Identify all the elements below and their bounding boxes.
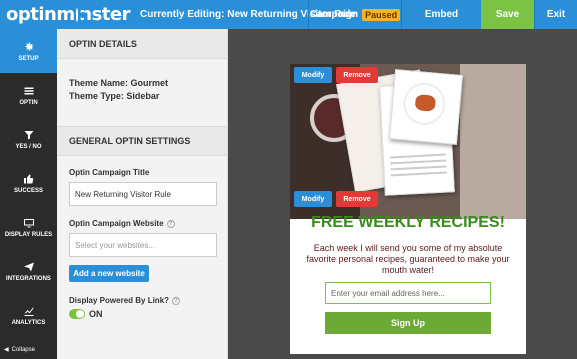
plate-graphic [401,81,448,127]
modify-image-button[interactable]: Modify [294,67,332,83]
text-line [389,153,446,159]
optin-preview: Modify Remove Modify Remove FREE WEEKLY … [290,64,526,354]
toggle-knob [76,310,84,318]
logo-text-start: optinm [6,4,75,25]
optin-preview-area: Modify Remove Modify Remove FREE WEEKLY … [228,29,577,359]
embed-button[interactable]: Embed [401,0,481,29]
email-input[interactable]: Enter your email address here... [325,282,491,304]
toggle-state-label: ON [89,309,103,319]
top-bar: optinm nster Currently Editing: New Retur… [0,0,577,29]
general-settings-header: GENERAL OPTIN SETTINGS [57,126,227,156]
optin-headline[interactable]: FREE WEEKLY RECIPES! [290,214,526,232]
campaign-button[interactable]: Campaign Paused [308,0,401,29]
modify-content-button[interactable]: Modify [294,191,332,207]
remove-image-button[interactable]: Remove [336,67,378,83]
nav-label-display-rules: DISPLAY RULES [4,231,53,238]
recipe-card-front [389,69,463,145]
nav-label-yes-no: YES / NO [15,143,42,150]
campaign-label: Campaign [309,9,359,20]
logo-text-end: nster [79,4,130,25]
logo-eye-icon [75,7,85,22]
theme-name: Theme Name: Gourmet [69,78,169,88]
campaign-title-label-text: Optin Campaign Title [69,168,150,177]
add-website-button[interactable]: Add a new website [69,265,149,282]
optinmonster-logo[interactable]: optinm nster [0,0,130,29]
nav-item-setup[interactable]: SETUP [0,29,57,73]
collapse-icon: ◀ [4,347,9,353]
help-icon[interactable]: ? [166,219,175,228]
website-select[interactable]: Select your websites... [69,233,217,257]
save-button[interactable]: Save [481,0,534,29]
filter-icon [24,130,33,139]
toggle-track [69,309,85,319]
settings-panel: OPTIN DETAILS Theme Name: Gourmet Theme … [57,29,228,359]
paused-badge: Paused [362,8,401,21]
theme-info: Theme Name: Gourmet Theme Type: Sidebar [57,59,227,126]
text-line [390,165,447,171]
thumbs-up-icon [23,174,33,184]
text-line [390,159,447,165]
nav-label-setup: SETUP [18,55,39,62]
campaign-website-label-text: Optin Campaign Website [69,219,164,228]
nav-label-integrations: INTEGRATIONS [6,275,51,282]
collapse-button[interactable]: ◀ Collapse [4,346,35,354]
powered-by-label: Display Powered By Link? ? [57,296,227,305]
text-line [390,171,447,177]
nav-item-yes-no[interactable]: YES / NO [0,117,57,161]
help-icon[interactable]: ? [172,296,181,305]
monitor-icon [23,218,34,227]
left-nav: SETUP OPTIN YES / NO SUCCESS DISPLAY RUL… [0,29,57,359]
nav-label-optin: OPTIN [19,99,38,106]
nav-item-success[interactable]: SUCCESS [0,161,57,205]
theme-type: Theme Type: Sidebar [69,91,160,101]
pasta-graphic [414,94,437,112]
powered-by-label-text: Display Powered By Link? [69,296,170,305]
menu-icon [24,87,33,94]
campaign-website-label: Optin Campaign Website ? [57,219,227,228]
nav-label-analytics: ANALYTICS [11,319,46,326]
optin-details-header: OPTIN DETAILS [57,29,227,59]
currently-editing-label: Currently Editing: New Returning Visitor… [140,9,356,20]
hero-light-region [460,64,526,219]
nav-label-success: SUCCESS [13,187,43,194]
nav-item-optin[interactable]: OPTIN [0,73,57,117]
paper-plane-icon [23,262,34,271]
campaign-title-label: Optin Campaign Title [57,168,227,177]
sign-up-button[interactable]: Sign Up [325,312,491,334]
gear-icon [25,42,33,50]
remove-content-button[interactable]: Remove [336,191,378,207]
collapse-label: Collapse [11,346,35,353]
optin-subtext[interactable]: Each week I will send you some of my abs… [304,243,512,276]
nav-item-analytics[interactable]: ANALYTICS [0,293,57,337]
chart-icon [24,307,34,316]
nav-item-display-rules[interactable]: DISPLAY RULES [0,205,57,249]
powered-by-toggle[interactable]: ON [57,309,227,319]
exit-button[interactable]: Exit [534,0,577,29]
nav-item-integrations[interactable]: INTEGRATIONS [0,249,57,293]
campaign-title-input[interactable]: New Returning Visitor Rule [69,182,217,206]
